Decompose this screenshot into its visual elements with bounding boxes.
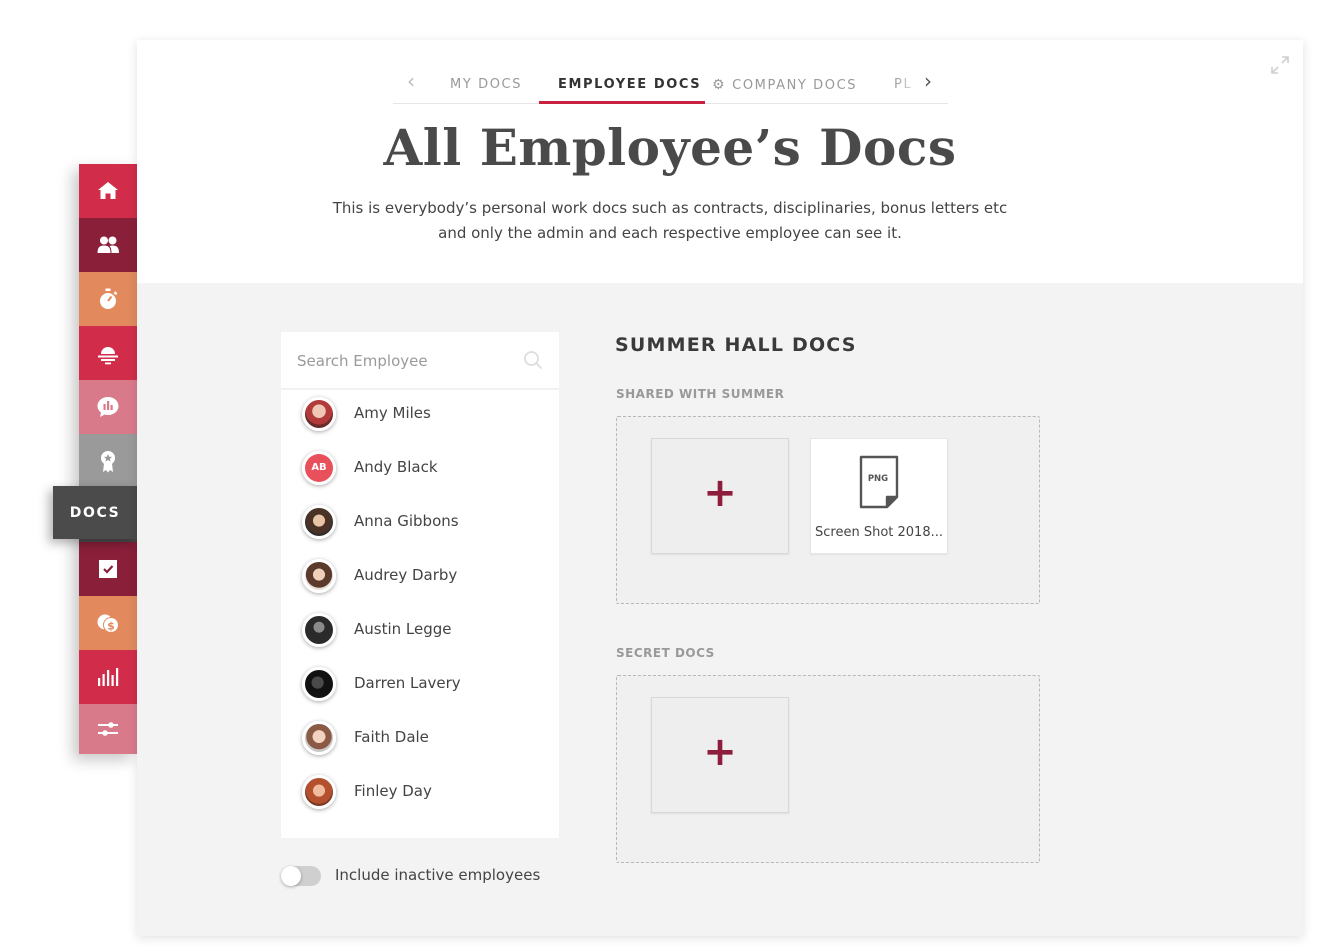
employee-item[interactable]: Audrey Darby: [281, 552, 559, 606]
sidebar-item-analytics[interactable]: [79, 650, 137, 704]
search-bar: [281, 332, 559, 390]
docs-title: SUMMER HALL DOCS: [615, 334, 857, 356]
search-input[interactable]: [297, 346, 517, 376]
employee-item[interactable]: Austin Legge: [281, 606, 559, 660]
tabs-prev-arrow[interactable]: ‹: [401, 70, 421, 94]
secret-docs-dropzone[interactable]: +: [616, 675, 1040, 863]
svg-text:$: $: [107, 620, 115, 633]
employee-item[interactable]: AB Andy Black: [281, 444, 559, 498]
award-icon: [101, 451, 115, 473]
home-icon: [98, 182, 118, 199]
sidebar-item-timer[interactable]: [79, 272, 137, 326]
employee-name: Faith Dale: [354, 728, 429, 746]
sidebar-item-settings[interactable]: [79, 704, 137, 754]
add-shared-doc-button[interactable]: +: [651, 438, 789, 554]
sidebar-item-reports[interactable]: [79, 380, 137, 434]
avatar: [302, 775, 336, 809]
coins-icon: $: [97, 614, 119, 633]
page-description-line-1: This is everybody’s personal work docs s…: [332, 199, 1008, 217]
avatar: AB: [302, 451, 336, 485]
avatar-initials: AB: [305, 454, 333, 482]
shared-docs-dropzone[interactable]: + PNG Screen Shot 2018...: [616, 416, 1040, 604]
sliders-icon: [98, 722, 118, 736]
checkbox-icon: [99, 560, 117, 578]
avatar: [302, 721, 336, 755]
chat-chart-icon: [97, 397, 119, 417]
tabs-next-arrow[interactable]: ›: [918, 70, 938, 94]
employee-name: Darren Lavery: [354, 674, 461, 692]
tab-my-docs[interactable]: MY DOCS: [450, 77, 522, 92]
active-tab-indicator: [539, 101, 705, 104]
avatar: [302, 397, 336, 431]
sidebar-item-docs[interactable]: DOCS: [53, 486, 137, 539]
main-card: ‹ MY DOCS EMPLOYEE DOCS ⚙COMPANY DOCS PL…: [137, 40, 1303, 936]
employee-item[interactable]: Amy Miles: [281, 390, 559, 444]
employee-item[interactable]: Finley Day: [281, 768, 559, 822]
page-description-line-2: and only the admin and each respective e…: [438, 224, 902, 242]
search-icon[interactable]: [523, 350, 543, 370]
sidebar-item-home[interactable]: [79, 164, 137, 218]
expand-icon[interactable]: [1269, 54, 1291, 76]
shared-section-label: SHARED WITH SUMMER: [616, 387, 785, 401]
plus-icon: +: [703, 470, 737, 516]
avatar: [302, 667, 336, 701]
png-file-icon: PNG: [859, 455, 899, 509]
tab-company-docs-label: COMPANY DOCS: [732, 78, 858, 93]
sidebar-item-tasks[interactable]: [79, 542, 137, 596]
sidebar-item-people[interactable]: [79, 218, 137, 272]
tab-employee-docs[interactable]: EMPLOYEE DOCS: [558, 77, 701, 92]
sidebar-item-awards[interactable]: [79, 434, 137, 488]
avatar: [302, 505, 336, 539]
page-title: All Employee’s Docs: [383, 118, 957, 177]
employee-item[interactable]: Anna Gibbons: [281, 498, 559, 552]
employee-name: Amy Miles: [354, 404, 431, 422]
toggle-knob: [281, 866, 301, 886]
employee-name: Finley Day: [354, 782, 432, 800]
add-secret-doc-button[interactable]: +: [651, 697, 789, 813]
sidebar-nav: $: [79, 164, 137, 754]
employee-item[interactable]: Darren Lavery: [281, 660, 559, 714]
employee-name: Austin Legge: [354, 620, 452, 638]
file-type-label: PNG: [868, 474, 888, 484]
plus-icon: +: [703, 729, 737, 775]
employee-name: Andy Black: [354, 458, 438, 476]
employee-name: Anna Gibbons: [354, 512, 459, 530]
tab-company-docs[interactable]: ⚙ COMPANY DOCS: [712, 77, 857, 93]
bar-chart-icon: [98, 668, 119, 686]
sidebar-item-expenses[interactable]: $: [79, 596, 137, 650]
inactive-toggle-label: Include inactive employees: [335, 866, 541, 884]
file-tile[interactable]: PNG Screen Shot 2018...: [810, 438, 948, 554]
avatar: [302, 559, 336, 593]
employee-item[interactable]: Faith Dale: [281, 714, 559, 768]
header-area: ‹ MY DOCS EMPLOYEE DOCS ⚙COMPANY DOCS PL…: [137, 40, 1303, 283]
tab-bar: ‹ MY DOCS EMPLOYEE DOCS ⚙COMPANY DOCS PL…: [393, 70, 948, 104]
people-icon: [97, 236, 119, 253]
page-description: This is everybody’s personal work docs s…: [302, 196, 1038, 246]
stopwatch-icon: [100, 288, 118, 309]
inactive-toggle[interactable]: [281, 866, 321, 886]
avatar: [302, 613, 336, 647]
file-name: Screen Shot 2018...: [815, 525, 943, 540]
sidebar-item-holidays[interactable]: [79, 326, 137, 380]
secret-section-label: SECRET DOCS: [616, 646, 715, 660]
gear-icon: ⚙: [712, 77, 727, 93]
employee-panel: Amy Miles AB Andy Black Anna Gibbons Aud…: [281, 332, 559, 838]
sunset-icon: [98, 347, 118, 365]
employee-name: Audrey Darby: [354, 566, 458, 584]
